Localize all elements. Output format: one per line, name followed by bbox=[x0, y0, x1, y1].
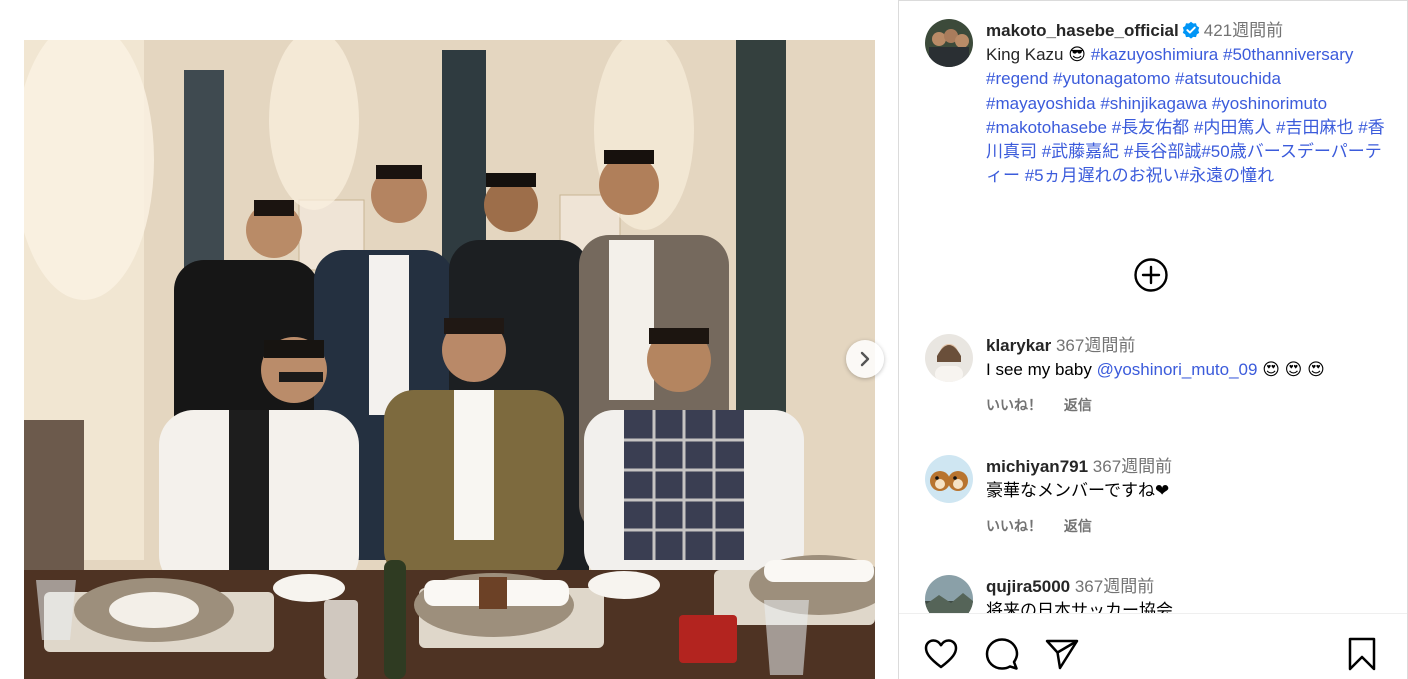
comment-timestamp: 367週間前 bbox=[1092, 457, 1173, 476]
comment-emoji: 😍 😍 😍 bbox=[1257, 360, 1325, 379]
comment-username[interactable]: qujira5000 bbox=[986, 577, 1070, 596]
speech-bubble-icon bbox=[985, 638, 1019, 670]
avatar[interactable] bbox=[925, 334, 973, 382]
comment-timestamp: 367週間前 bbox=[1055, 336, 1136, 355]
comment-username[interactable]: michiyan791 bbox=[986, 457, 1088, 476]
caption-emoji: 😎 bbox=[1068, 45, 1086, 65]
chevron-right-icon bbox=[860, 351, 870, 367]
comment-item: michiyan791 367週間前 豪華なメンバーですね❤ いいね！ 返信 bbox=[925, 455, 1395, 536]
instagram-post-view: makoto_hasebe_official 421週間前 King Kazu 😎… bbox=[0, 0, 1408, 679]
post-author-username[interactable]: makoto_hasebe_official bbox=[986, 21, 1179, 40]
post-caption: makoto_hasebe_official 421週間前 King Kazu 😎… bbox=[925, 19, 1395, 188]
plus-circle-icon bbox=[1134, 258, 1168, 292]
caption-hashtags[interactable]: #kazuyoshimiura #50thanniversary #regend… bbox=[986, 45, 1385, 185]
save-button[interactable] bbox=[1344, 636, 1380, 672]
share-button[interactable] bbox=[1044, 636, 1080, 672]
like-button[interactable] bbox=[923, 636, 959, 672]
comment-item: qujira5000 367週間前 将来の日本サッカー協会 bbox=[925, 575, 1395, 613]
comment-reply-button[interactable]: 返信 bbox=[1064, 397, 1092, 413]
avatar[interactable] bbox=[925, 575, 973, 613]
comment-item: klarykar 367週間前 I see my baby @yoshinori… bbox=[925, 334, 1395, 415]
caption-text: King Kazu bbox=[986, 45, 1064, 65]
comment-button[interactable] bbox=[984, 636, 1020, 672]
post-timestamp: 421週間前 bbox=[1203, 21, 1284, 40]
post-sidebar: makoto_hasebe_official 421週間前 King Kazu 😎… bbox=[898, 0, 1408, 679]
comment-text: 豪華なメンバーですね❤ bbox=[986, 481, 1170, 500]
comment-mention[interactable]: @yoshinori_muto_09 bbox=[1097, 360, 1258, 379]
verified-badge-icon bbox=[1182, 21, 1200, 39]
avatar[interactable] bbox=[925, 455, 973, 503]
post-photo[interactable] bbox=[24, 40, 875, 679]
comment-text: I see my baby bbox=[986, 360, 1097, 379]
bookmark-icon bbox=[1348, 637, 1376, 671]
comment-username[interactable]: klarykar bbox=[986, 336, 1051, 355]
commenter-avatar-image bbox=[925, 334, 973, 382]
commenter-avatar-image bbox=[925, 455, 973, 503]
load-more-comments-button[interactable] bbox=[1133, 257, 1169, 293]
heart-icon bbox=[924, 639, 958, 669]
author-avatar-image bbox=[925, 19, 973, 67]
commenter-avatar-image bbox=[925, 575, 973, 613]
avatar[interactable] bbox=[925, 19, 973, 67]
comment-like-button[interactable]: いいね！ bbox=[986, 518, 1042, 534]
post-action-bar bbox=[899, 613, 1407, 679]
comment-reply-button[interactable]: 返信 bbox=[1064, 518, 1092, 534]
group-photo-illustration bbox=[24, 40, 875, 679]
media-area bbox=[0, 0, 898, 679]
paper-plane-icon bbox=[1045, 639, 1079, 670]
next-image-button[interactable] bbox=[846, 340, 884, 378]
comment-text: 将来の日本サッカー協会 bbox=[986, 601, 1173, 613]
comment-like-button[interactable]: いいね！ bbox=[986, 397, 1042, 413]
comment-timestamp: 367週間前 bbox=[1074, 577, 1155, 596]
comments-scroll-area[interactable]: makoto_hasebe_official 421週間前 King Kazu 😎… bbox=[899, 1, 1407, 613]
